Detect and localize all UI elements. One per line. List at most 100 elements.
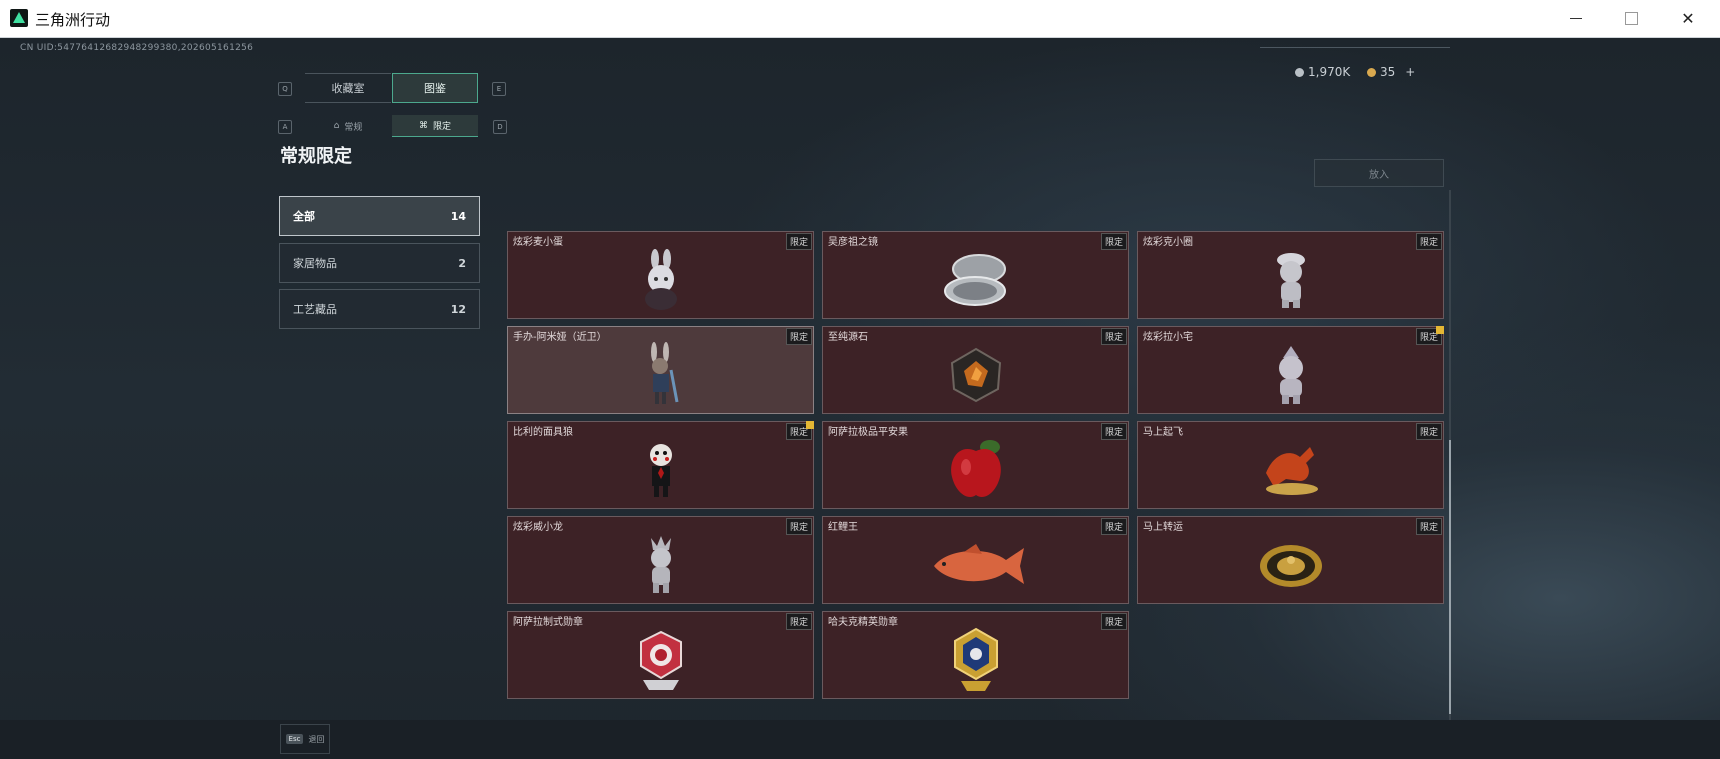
item-name: 哈夫克精英勋章	[828, 617, 898, 628]
notification-dot	[806, 421, 814, 429]
window-titlebar: 三角洲行动 ✕	[0, 0, 1720, 38]
limited-icon: ⌘	[418, 120, 428, 131]
item-card[interactable]: 阿萨拉极品平安果 限定	[822, 421, 1129, 509]
gold-coin-icon	[1367, 67, 1376, 77]
item-card[interactable]: 手办-阿米娅（近卫） 限定	[507, 326, 814, 414]
item-card[interactable]: 至纯源石 限定	[822, 326, 1129, 414]
item-grid: 炫彩麦小蛋 限定 吴彦祖之镜 限定 炫彩克小圈 限定 手办-阿米娅（近卫） 限定…	[507, 231, 1447, 731]
limited-badge: 限定	[1100, 518, 1127, 535]
esc-key: Esc	[285, 734, 304, 744]
item-name: 红鲤王	[828, 522, 858, 533]
item-name: 马上起飞	[1143, 427, 1183, 438]
subtab-limited-label: 限定	[432, 122, 451, 132]
maximize-icon	[1624, 12, 1638, 25]
minimize-button[interactable]	[1548, 0, 1604, 37]
item-card[interactable]: 马上起飞 限定	[1137, 421, 1444, 509]
regular-icon: ⌂	[333, 121, 340, 131]
item-name: 炫彩威小龙	[513, 522, 563, 533]
category-home-items[interactable]: 家居物品 2	[279, 243, 480, 283]
app-logo-icon	[10, 9, 28, 27]
limited-badge: 限定	[1415, 233, 1442, 250]
gold-compass-icon	[1259, 545, 1322, 587]
limited-badge: 限定	[1100, 328, 1127, 345]
item-card[interactable]: 比利的面具狼 限定	[507, 421, 814, 509]
originium-crystal-icon	[950, 347, 1001, 403]
grid-scrollbar-thumb[interactable]	[1449, 440, 1451, 714]
item-name: 炫彩麦小蛋	[513, 237, 563, 248]
currency-coins: 1,970K	[1295, 65, 1350, 79]
limited-badge: 限定	[1100, 423, 1127, 440]
currency-tickets[interactable]: 35 +	[1367, 65, 1415, 79]
subtab-limited[interactable]: ⌘ 限定	[392, 115, 478, 137]
category-label: 工艺藏品	[293, 303, 337, 316]
amiya-figure-icon	[650, 342, 678, 404]
key-hint-q: Q	[278, 82, 292, 96]
notification-dot	[1436, 326, 1444, 334]
item-name: 阿萨拉制式勋章	[513, 617, 583, 628]
top-divider	[1260, 47, 1450, 48]
category-count: 2	[458, 256, 466, 270]
limited-badge: 限定	[1415, 423, 1442, 440]
limited-badge: 限定	[785, 518, 812, 535]
game-viewport: CN UID:54776412682948299380,202605161256…	[0, 38, 1720, 759]
category-crafts[interactable]: 工艺藏品 12	[279, 289, 480, 329]
item-card[interactable]: 炫彩麦小蛋 限定	[507, 231, 814, 319]
tab-collection-room[interactable]: 收藏室	[305, 73, 391, 103]
add-currency-button[interactable]: +	[1405, 65, 1415, 79]
silver-coin-icon	[1295, 67, 1304, 77]
limited-badge: 限定	[1415, 518, 1442, 535]
figure-doll-icon	[650, 536, 671, 593]
page-title: 常规限定	[280, 146, 352, 167]
player-uid: CN UID:54776412682948299380,202605161256	[20, 43, 254, 53]
elite-medal-icon	[953, 627, 998, 691]
key-hint-a: A	[278, 120, 292, 134]
carp-fish-icon	[933, 544, 1024, 584]
put-in-button[interactable]: 放入	[1314, 159, 1444, 187]
item-name: 炫彩拉小宅	[1143, 332, 1193, 343]
item-card[interactable]: 红鲤王 限定	[822, 516, 1129, 604]
item-card[interactable]: 哈夫克精英勋章 限定	[822, 611, 1129, 699]
horse-statue-icon	[1265, 447, 1318, 495]
item-name: 比利的面具狼	[513, 427, 573, 438]
limited-badge: 限定	[785, 328, 812, 345]
tab-catalog[interactable]: 图鉴	[392, 73, 478, 103]
medal-icon	[639, 630, 682, 690]
item-name: 马上转运	[1143, 522, 1183, 533]
key-hint-d: D	[493, 120, 507, 134]
figure-doll-icon	[1276, 253, 1305, 308]
currency-tickets-value: 35	[1380, 65, 1396, 79]
billy-puppet-icon	[649, 444, 672, 497]
close-button[interactable]: ✕	[1660, 0, 1716, 37]
compact-mirror-icon	[943, 254, 1006, 306]
subtab-regular[interactable]: ⌂ 常规	[305, 115, 391, 137]
category-label: 全部	[293, 210, 315, 223]
egg-figure-icon	[644, 249, 677, 310]
limited-badge: 限定	[785, 613, 812, 630]
currency-coins-value: 1,970K	[1308, 65, 1351, 79]
item-card[interactable]: 炫彩拉小宅 限定	[1137, 326, 1444, 414]
subtab-regular-label: 常规	[344, 122, 363, 133]
key-hint-e: E	[492, 82, 506, 96]
window-title: 三角洲行动	[35, 11, 111, 29]
limited-badge: 限定	[785, 233, 812, 250]
item-name: 阿萨拉极品平安果	[828, 427, 908, 438]
limited-badge: 限定	[1100, 233, 1127, 250]
item-card[interactable]: 马上转运 限定	[1137, 516, 1444, 604]
back-button[interactable]: Esc 退回	[280, 724, 330, 754]
minimize-icon	[1570, 18, 1582, 19]
maximize-button[interactable]	[1603, 0, 1659, 37]
item-card[interactable]: 阿萨拉制式勋章 限定	[507, 611, 814, 699]
category-label: 家居物品	[293, 257, 337, 270]
back-label: 退回	[308, 734, 325, 744]
item-card[interactable]: 吴彦祖之镜 限定	[822, 231, 1129, 319]
item-name: 吴彦祖之镜	[828, 237, 878, 248]
item-name: 炫彩克小圈	[1143, 237, 1193, 248]
item-card[interactable]: 炫彩克小圈 限定	[1137, 231, 1444, 319]
close-icon: ✕	[1681, 9, 1695, 28]
bottom-bar: Esc 退回	[0, 720, 1720, 759]
item-card[interactable]: 炫彩威小龙 限定	[507, 516, 814, 604]
category-count: 14	[450, 209, 466, 223]
item-name: 手办-阿米娅（近卫）	[513, 332, 607, 343]
category-all[interactable]: 全部 14	[279, 196, 480, 236]
item-name: 至纯源石	[828, 332, 868, 343]
